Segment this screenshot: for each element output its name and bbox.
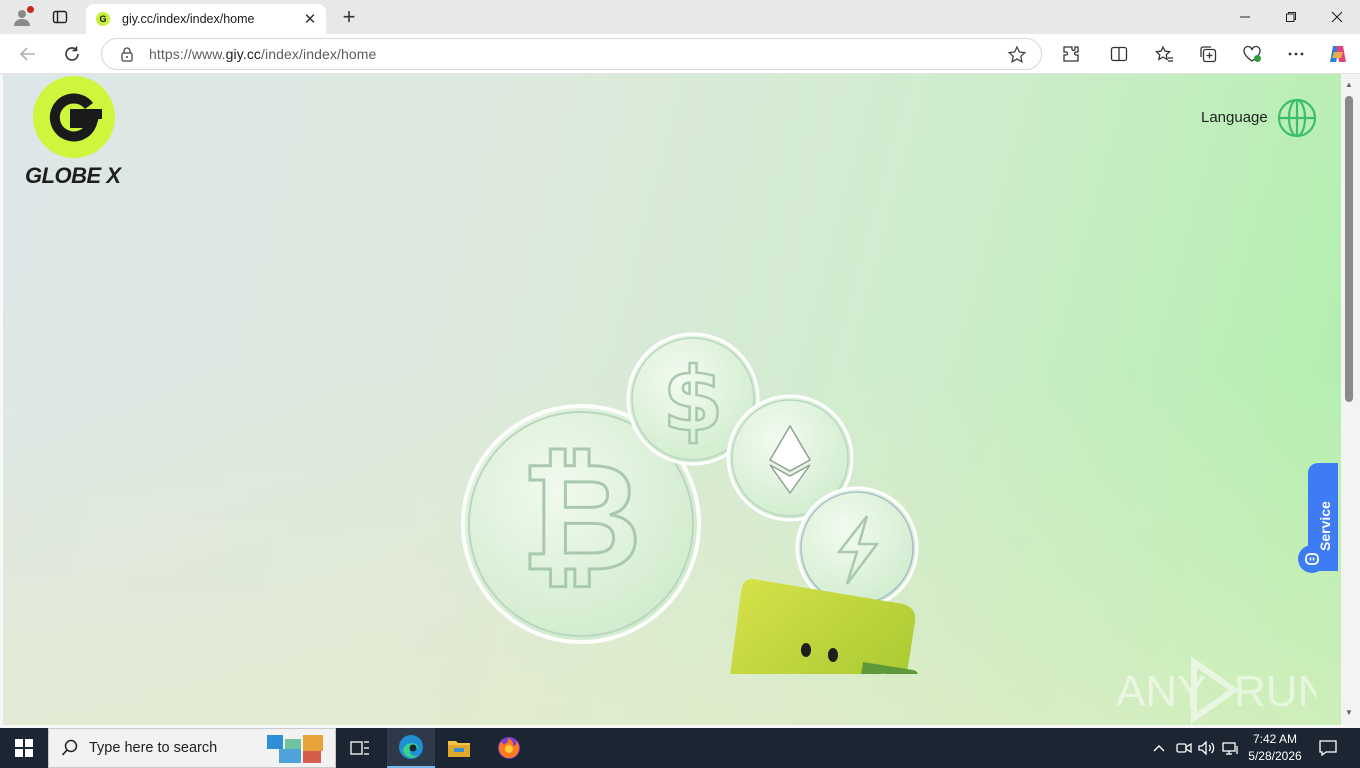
crypto-wallet-illustration: ₿ $ — [461, 332, 919, 674]
search-icon — [61, 739, 78, 756]
start-button[interactable] — [0, 728, 48, 768]
network-icon[interactable] — [1221, 728, 1241, 768]
web-page: GLOBE X Language ₿ $ ANY RUN — [3, 74, 1341, 725]
meet-now-icon[interactable] — [1174, 728, 1194, 768]
browser-essentials-icon[interactable] — [1240, 42, 1264, 66]
taskbar-edge-icon[interactable] — [387, 728, 435, 768]
scroll-down-icon[interactable]: ▼ — [1344, 708, 1354, 717]
firefox-icon[interactable] — [485, 728, 533, 768]
split-screen-icon[interactable] — [1107, 42, 1131, 66]
restore-icon[interactable] — [1268, 0, 1314, 34]
task-view-icon[interactable] — [336, 728, 384, 768]
browser-tab[interactable]: G giy.cc/index/index/home ✕ — [86, 4, 326, 34]
url-text: https://www.giy.cc/index/index/home — [149, 46, 377, 62]
copilot-icon[interactable] — [1326, 42, 1350, 66]
tab-title: giy.cc/index/index/home — [122, 12, 255, 26]
refresh-icon[interactable] — [57, 40, 87, 68]
windows-logo-icon — [15, 739, 33, 757]
show-hidden-icons-icon[interactable] — [1150, 728, 1168, 768]
scrollbar-thumb[interactable] — [1345, 96, 1353, 402]
service-label: Service — [1317, 501, 1333, 551]
chat-icon[interactable] — [1298, 545, 1326, 573]
globe-icon[interactable] — [1277, 98, 1317, 138]
notifications-icon[interactable] — [1312, 728, 1344, 768]
scroll-up-icon[interactable]: ▲ — [1344, 80, 1354, 89]
anyrun-watermark: ANY RUN — [1116, 656, 1329, 725]
favorite-star-icon[interactable] — [1007, 45, 1027, 65]
notification-dot — [27, 6, 34, 13]
page-scrollbar[interactable]: ▲ ▼ — [1341, 74, 1360, 725]
more-options-icon[interactable] — [1284, 42, 1308, 66]
search-placeholder: Type here to search — [89, 740, 218, 756]
clock-time: 7:42 AM — [1252, 732, 1298, 746]
new-tab-icon[interactable]: + — [336, 4, 362, 30]
tab-strip: G giy.cc/index/index/home ✕ + — [0, 0, 1360, 34]
url-field[interactable]: https://www.giy.cc/index/index/home — [101, 38, 1042, 70]
svg-text:$: $ — [662, 348, 723, 451]
taskbar-clock[interactable]: 7:42 AM 5/28/2026 — [1244, 731, 1306, 765]
tab-favicon: G — [96, 12, 110, 26]
address-bar-row: https://www.giy.cc/index/index/home — [0, 34, 1360, 74]
volume-icon[interactable] — [1197, 728, 1217, 768]
taskbar-search-box[interactable]: Type here to search — [48, 728, 336, 768]
back-icon[interactable] — [13, 40, 43, 68]
file-explorer-icon[interactable] — [435, 728, 483, 768]
tab-close-icon[interactable]: ✕ — [302, 10, 318, 28]
svg-text:RUN: RUN — [1234, 667, 1316, 716]
brand-name[interactable]: GLOBE X — [25, 163, 121, 189]
collections-icon[interactable] — [1196, 42, 1220, 66]
tab-actions-icon — [52, 10, 68, 24]
profile-button[interactable] — [8, 5, 36, 29]
favorites-icon[interactable] — [1152, 42, 1176, 66]
search-highlight-icon[interactable] — [265, 731, 327, 765]
close-window-icon[interactable] — [1314, 0, 1360, 34]
globex-logo[interactable] — [33, 76, 115, 158]
tab-actions-button[interactable] — [46, 5, 74, 29]
windows-taskbar: Type here to search 7:42 AM 5/28/2026 — [0, 728, 1360, 768]
language-label[interactable]: Language — [1201, 109, 1268, 126]
clock-date: 5/28/2026 — [1248, 749, 1302, 763]
extensions-icon[interactable] — [1059, 42, 1083, 66]
minimize-icon[interactable] — [1222, 0, 1268, 34]
g-logo-icon — [49, 93, 102, 142]
svg-text:₿: ₿ — [520, 431, 642, 605]
lock-icon[interactable] — [119, 46, 135, 62]
